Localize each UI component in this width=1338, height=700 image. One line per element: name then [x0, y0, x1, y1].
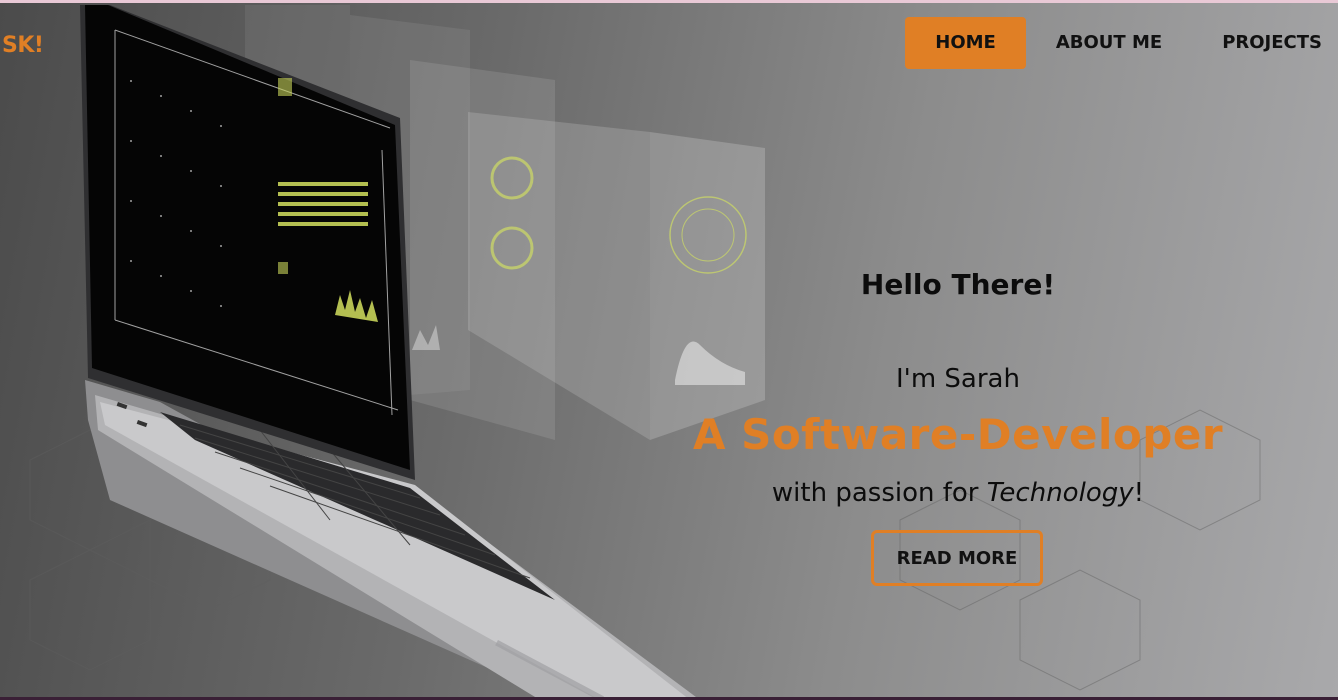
nav-about-me[interactable]: ABOUT ME	[1026, 17, 1192, 69]
hero-role: A Software-Developer	[692, 410, 1224, 459]
site-logo[interactable]: SK!	[2, 33, 44, 58]
hero-passion: with passion for Technology!	[690, 478, 1226, 508]
hero-greeting: Hello There!	[860, 268, 1056, 301]
hero-intro: I'm Sarah	[896, 364, 1020, 394]
read-more-button[interactable]: READ MORE	[871, 530, 1043, 586]
hero-passion-emphasis: Technology	[986, 478, 1134, 508]
hero-passion-suffix: !	[1133, 478, 1145, 508]
main-nav: HOME ABOUT ME PROJECTS	[905, 17, 1338, 69]
page: SK! HOME ABOUT ME PROJECTS Hello There! …	[0, 0, 1338, 700]
hero-passion-prefix: with passion for	[771, 478, 987, 508]
hero-laptop-image	[29, 5, 1261, 700]
nav-home[interactable]: HOME	[905, 17, 1026, 69]
nav-projects[interactable]: PROJECTS	[1192, 17, 1338, 69]
